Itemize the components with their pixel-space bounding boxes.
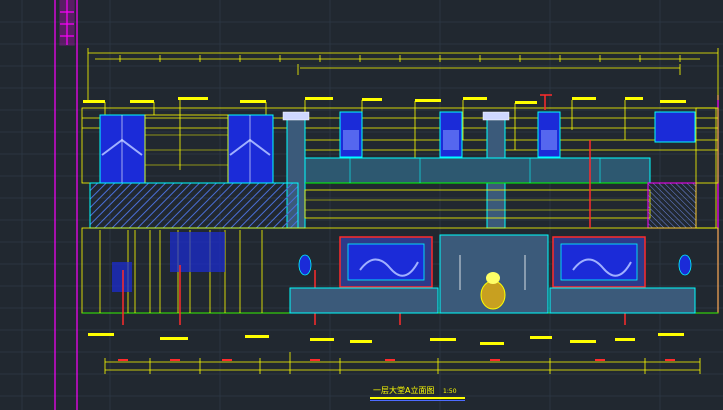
vase-right [678,254,692,276]
title-underline-thin [370,400,465,401]
left-hatched-panel [89,182,299,229]
top-dimensions [87,48,719,100]
left-cabinets [99,114,274,184]
elevation-drawing [0,0,723,410]
title-underline [370,397,465,399]
top-leader-labels [83,97,686,104]
bottom-dimensions [104,352,701,374]
right-hatched-panel [647,182,697,229]
drawing-scale: 1:50 [443,388,457,395]
bottom-dim-text [118,359,675,361]
central-niche [439,234,549,314]
artwork-right [552,236,646,288]
drawing-title: 一层大堂A立面图 1:50 [373,385,457,396]
counter-band [304,157,651,219]
bottom-leader-labels [88,333,684,345]
left-blue-panels [112,232,225,292]
vase-left [298,254,312,276]
cad-viewport[interactable]: 一层大堂A立面图 1:50 [0,0,723,410]
drawing-title-text: 一层大堂A立面图 [373,386,435,395]
artwork-left [339,236,433,288]
